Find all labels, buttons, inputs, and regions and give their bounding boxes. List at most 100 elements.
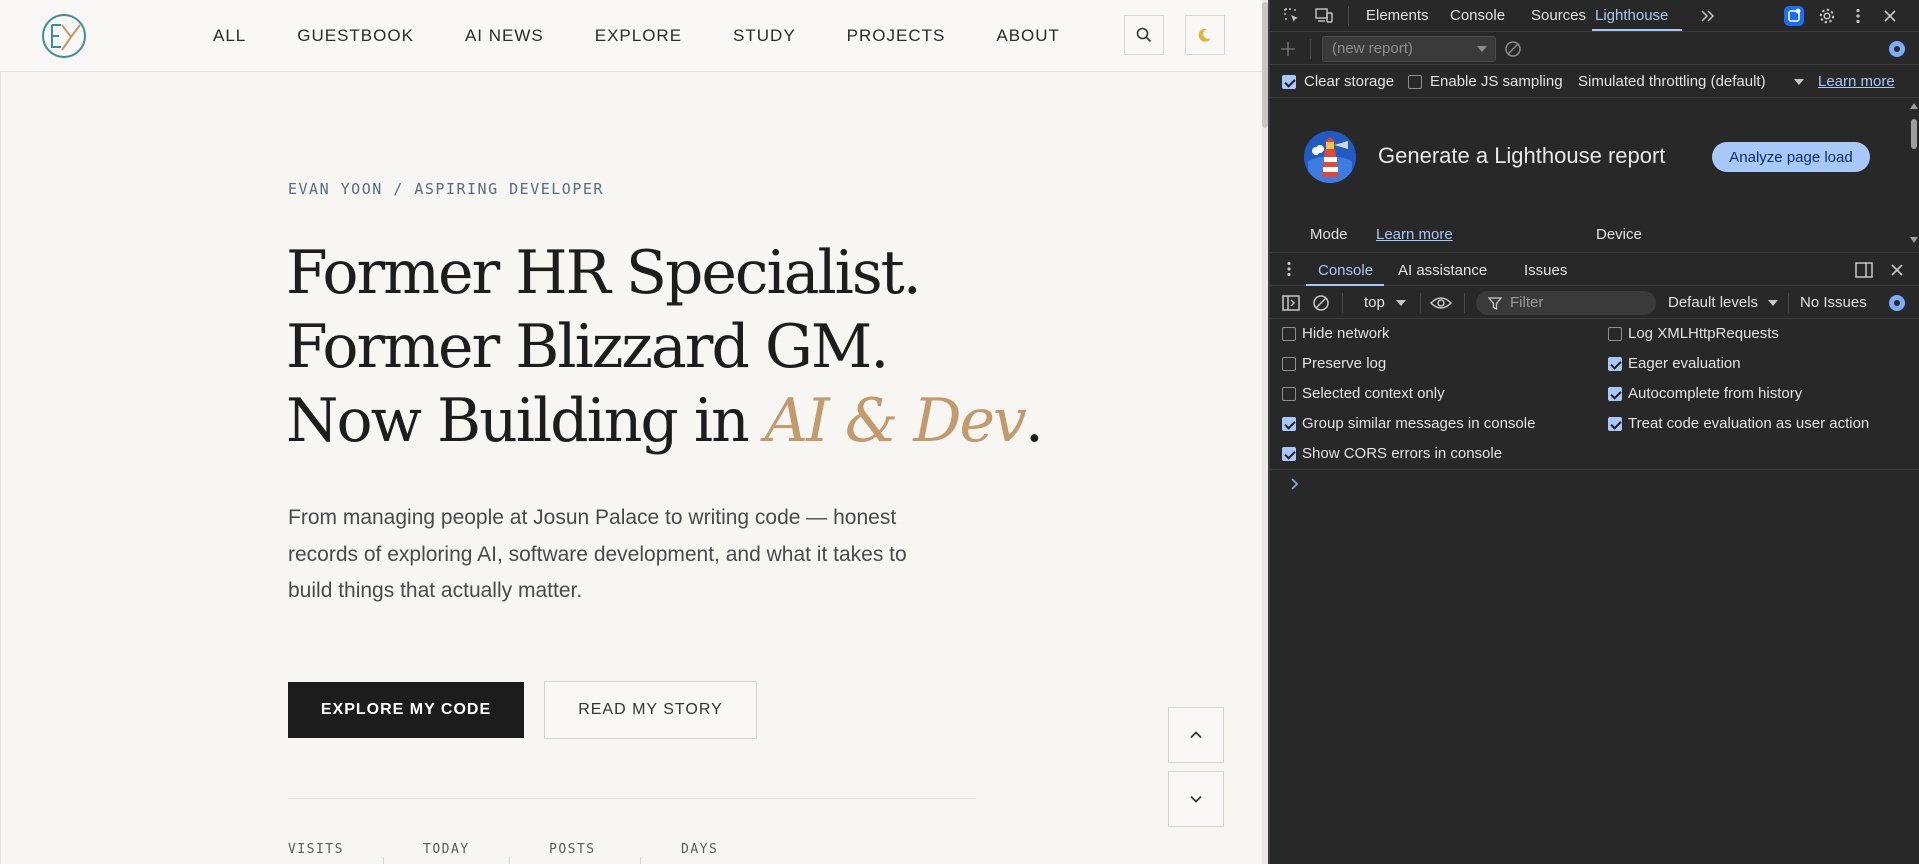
- active-tab-indicator: [1592, 29, 1682, 31]
- stat-posts-label: POSTS: [549, 842, 596, 857]
- autocomplete-history-checkbox[interactable]: [1608, 387, 1622, 401]
- toolbar-divider: [1788, 293, 1789, 313]
- clear-console-icon[interactable]: [1312, 294, 1330, 312]
- stat-days-label: DAYS: [681, 842, 719, 857]
- scroll-up-button[interactable]: [1168, 707, 1224, 763]
- hide-network-checkbox[interactable]: [1282, 327, 1296, 341]
- read-my-story-button[interactable]: READ MY STORY: [544, 681, 757, 739]
- headline-line-3-prefix: Now Building in: [286, 386, 765, 456]
- report-select-value: (new report): [1332, 40, 1413, 57]
- device-label: Device: [1596, 226, 1642, 243]
- drawer-tab-console[interactable]: Console: [1318, 262, 1373, 279]
- lighthouse-scrollbar-track: [1910, 103, 1918, 243]
- lighthouse-options-bar: Clear storage Enable JS sampling Simulat…: [1270, 66, 1919, 98]
- hero-headline: Former HR Specialist. Former Blizzard GM…: [286, 236, 1044, 458]
- nav-about[interactable]: ABOUT: [996, 26, 1060, 46]
- ai-assistance-icon[interactable]: [1782, 4, 1806, 28]
- execution-context-select[interactable]: top: [1364, 294, 1385, 311]
- stats-divider: [288, 798, 976, 799]
- levels-dropdown-icon[interactable]: [1768, 300, 1778, 306]
- more-tabs-icon[interactable]: [1696, 4, 1720, 28]
- tab-sources[interactable]: Sources: [1531, 7, 1586, 24]
- device-toolbar-icon[interactable]: [1312, 4, 1336, 28]
- drawer-tab-ai-assistance[interactable]: AI assistance: [1398, 262, 1487, 279]
- clear-storage-checkbox[interactable]: [1282, 75, 1296, 89]
- lighthouse-icon: [1304, 131, 1356, 183]
- logo[interactable]: [40, 12, 88, 60]
- sidebar-toggle-icon[interactable]: [1282, 295, 1300, 311]
- site-header: ALL GUESTBOOK AI NEWS EXPLORE STUDY PROJ…: [0, 0, 1268, 72]
- lighthouse-logo: [1304, 131, 1356, 183]
- devtools-tab-bar: Elements Console Sources Lighthouse: [1270, 0, 1919, 32]
- more-options-icon[interactable]: [1846, 4, 1870, 28]
- search-button[interactable]: [1124, 15, 1164, 55]
- tab-console[interactable]: Console: [1450, 7, 1505, 24]
- hero-kicker: EVAN YOON / ASPIRING DEVELOPER: [288, 180, 604, 198]
- main-nav: ALL GUESTBOOK AI NEWS EXPLORE STUDY PROJ…: [213, 0, 1111, 72]
- toolbar-divider: [1342, 293, 1343, 313]
- lighthouse-start-view: Generate a Lighthouse report Analyze pag…: [1270, 99, 1919, 251]
- selected-context-label: Selected context only: [1302, 385, 1445, 402]
- hero-description: From managing people at Josun Palace to …: [288, 506, 907, 602]
- clear-storage-label: Clear storage: [1304, 73, 1395, 90]
- analyze-page-load-button[interactable]: Analyze page load: [1712, 142, 1870, 172]
- headline-accent: AI & Dev: [764, 386, 1027, 456]
- eager-evaluation-checkbox[interactable]: [1608, 357, 1622, 371]
- dock-side-icon[interactable]: [1855, 262, 1873, 278]
- scroll-down-button[interactable]: [1168, 771, 1224, 827]
- drawer-menu-icon[interactable]: [1286, 261, 1292, 277]
- log-xhr-checkbox[interactable]: [1608, 327, 1622, 341]
- toolbar-divider: [1420, 293, 1421, 313]
- preserve-log-checkbox[interactable]: [1282, 357, 1296, 371]
- throttling-dropdown-icon[interactable]: [1794, 79, 1804, 85]
- nav-ai-news[interactable]: AI NEWS: [465, 26, 544, 46]
- devtools-panel: Elements Console Sources Lighthouse (new…: [1268, 0, 1919, 864]
- learn-more-link[interactable]: Learn more: [1818, 73, 1895, 90]
- treat-code-eval-checkbox[interactable]: [1608, 417, 1622, 431]
- log-levels-select[interactable]: Default levels: [1668, 294, 1758, 311]
- report-select[interactable]: (new report): [1322, 36, 1496, 62]
- close-drawer-icon[interactable]: [1890, 263, 1904, 277]
- toolbar-divider: [1310, 39, 1311, 59]
- console-prompt-icon[interactable]: [1290, 478, 1300, 490]
- close-devtools-icon[interactable]: [1878, 4, 1902, 28]
- group-similar-label: Group similar messages in console: [1302, 415, 1536, 432]
- headline-line-2: Former Blizzard GM.: [286, 312, 889, 382]
- drawer-active-tab-indicator: [1306, 284, 1384, 286]
- inspect-element-icon[interactable]: [1280, 4, 1304, 28]
- lighthouse-toolbar: (new report): [1270, 33, 1919, 65]
- new-report-plus-icon[interactable]: [1280, 41, 1296, 57]
- drawer-tab-issues[interactable]: Issues: [1524, 262, 1567, 279]
- selected-context-checkbox[interactable]: [1282, 387, 1296, 401]
- live-expression-eye-icon[interactable]: [1430, 295, 1452, 311]
- tab-lighthouse[interactable]: Lighthouse: [1595, 7, 1668, 24]
- nav-all[interactable]: ALL: [213, 26, 246, 46]
- nav-study[interactable]: STUDY: [733, 26, 796, 46]
- autocomplete-history-label: Autocomplete from history: [1628, 385, 1803, 402]
- stat-separator: [640, 857, 641, 864]
- theme-toggle-button[interactable]: [1185, 15, 1225, 55]
- issues-count[interactable]: No Issues: [1800, 294, 1867, 311]
- dropdown-arrow-icon: [1477, 46, 1487, 52]
- console-settings-pane: Hide network Log XMLHttpRequests Preserv…: [1270, 320, 1919, 470]
- console-settings-gear-icon[interactable]: [1887, 293, 1907, 313]
- throttling-label[interactable]: Simulated throttling (default): [1578, 73, 1766, 90]
- console-filter-input[interactable]: Filter: [1476, 291, 1656, 315]
- group-similar-checkbox[interactable]: [1282, 417, 1296, 431]
- js-sampling-label: Enable JS sampling: [1430, 73, 1563, 90]
- nav-projects[interactable]: PROJECTS: [847, 26, 946, 46]
- context-dropdown-icon[interactable]: [1396, 300, 1406, 306]
- nav-guestbook[interactable]: GUESTBOOK: [297, 26, 414, 46]
- headline-line-3-suffix: .: [1024, 386, 1044, 456]
- cors-errors-checkbox[interactable]: [1282, 447, 1296, 461]
- explore-my-code-button[interactable]: EXPLORE MY CODE: [288, 682, 524, 738]
- tab-elements[interactable]: Elements: [1366, 7, 1429, 24]
- settings-gear-icon[interactable]: [1815, 4, 1839, 28]
- lighthouse-scrollbar[interactable]: [1909, 99, 1919, 249]
- lighthouse-settings-gear-icon[interactable]: [1887, 39, 1907, 59]
- clear-reports-icon[interactable]: [1504, 40, 1522, 58]
- js-sampling-checkbox[interactable]: [1408, 75, 1422, 89]
- mode-learn-more-link[interactable]: Learn more: [1376, 226, 1453, 243]
- mode-label: Mode: [1310, 226, 1348, 243]
- nav-explore[interactable]: EXPLORE: [595, 26, 682, 46]
